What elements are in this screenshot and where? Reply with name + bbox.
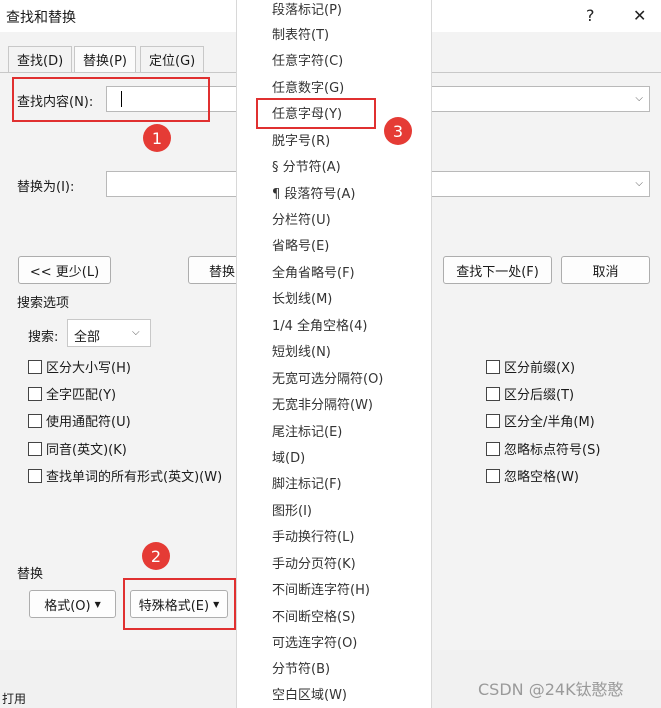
annotation-box-any-letter xyxy=(256,98,376,129)
close-button[interactable]: ✕ xyxy=(633,6,646,25)
option-match-width[interactable]: 区分全/半角(M) xyxy=(486,411,595,430)
menu-item-nonbreaking-space[interactable]: 不间断空格(S) xyxy=(272,608,355,628)
menu-item-caret[interactable]: 脱字号(R) xyxy=(272,132,330,152)
search-options-heading: 搜索选项 xyxy=(17,296,70,311)
search-direction-select[interactable]: 全部 ⌵ xyxy=(67,319,151,347)
menu-item-optional-break[interactable]: 无宽可选分隔符(O) xyxy=(272,370,383,390)
menu-item-paragraph-mark[interactable]: 段落标记(P) xyxy=(272,1,342,21)
menu-item-quarter-space[interactable]: 1/4 全角空格(4) xyxy=(272,317,367,337)
menu-item-footnote-mark[interactable]: 脚注标记(F) xyxy=(272,475,342,495)
chevron-down-icon[interactable]: ⌵ xyxy=(132,327,140,338)
replace-label: 替换为(I): xyxy=(17,180,75,195)
menu-item-manual-line-break[interactable]: 手动换行符(L) xyxy=(272,528,354,548)
checkbox[interactable] xyxy=(486,359,500,374)
menu-item-nonbreaking-zw[interactable]: 无宽非分隔符(W) xyxy=(272,396,373,416)
menu-item-any-digit[interactable]: 任意数字(G) xyxy=(272,79,344,99)
option-wildcards[interactable]: 使用通配符(U) xyxy=(28,411,131,430)
checkbox[interactable] xyxy=(486,441,500,456)
menu-item-field[interactable]: 域(D) xyxy=(272,449,305,469)
chevron-down-icon[interactable]: ⌵ xyxy=(635,93,643,104)
annotation-badge-3: 3 xyxy=(384,117,412,145)
menu-item-manual-page-break[interactable]: 手动分页符(K) xyxy=(272,555,356,575)
checkbox[interactable] xyxy=(28,386,42,401)
menu-item-pilcrow[interactable]: ¶ 段落符号(A) xyxy=(272,185,355,205)
menu-item-optional-hyphen[interactable]: 可选连字符(O) xyxy=(272,634,357,654)
replace-section-heading: 替换 xyxy=(17,567,44,582)
dialog-title: 查找和替换 xyxy=(6,10,76,26)
annotation-box-special xyxy=(123,578,236,630)
option-match-case[interactable]: 区分大小写(H) xyxy=(28,357,131,376)
menu-item-any-char[interactable]: 任意字符(C) xyxy=(272,52,343,72)
menu-item-section-break[interactable]: 分节符(B) xyxy=(272,660,330,680)
menu-item-column-break[interactable]: 分栏符(U) xyxy=(272,211,331,231)
annotation-badge-1: 1 xyxy=(143,124,171,152)
menu-item-section-char[interactable]: § 分节符(A) xyxy=(272,158,341,178)
option-whole-word[interactable]: 全字匹配(Y) xyxy=(28,384,116,403)
annotation-badge-2: 2 xyxy=(142,542,170,570)
tab-find[interactable]: 查找(D) xyxy=(8,46,73,72)
option-ignore-space[interactable]: 忽略空格(W) xyxy=(486,466,579,485)
checkbox[interactable] xyxy=(28,359,42,374)
dropdown-arrow-icon: ▼ xyxy=(94,599,101,609)
find-next-button[interactable]: 查找下一处(F) xyxy=(443,256,552,284)
annotation-box-find xyxy=(12,77,210,122)
menu-item-graphic[interactable]: 图形(I) xyxy=(272,502,312,522)
checkbox[interactable] xyxy=(486,386,500,401)
checkbox[interactable] xyxy=(28,441,42,456)
menu-item-nonbreaking-hyphen[interactable]: 不间断连字符(H) xyxy=(272,581,370,601)
checkbox[interactable] xyxy=(486,413,500,428)
less-button[interactable]: << 更少(L) xyxy=(18,256,111,284)
menu-item-fullwidth-ellipsis[interactable]: 全角省略号(F) xyxy=(272,264,355,284)
search-direction-label: 搜索: xyxy=(28,330,59,345)
checkbox[interactable] xyxy=(28,468,42,483)
menu-item-white-space[interactable]: 空白区域(W) xyxy=(272,686,347,706)
checkbox[interactable] xyxy=(486,468,500,483)
tab-goto[interactable]: 定位(G) xyxy=(140,46,205,72)
menu-item-endnote-mark[interactable]: 尾注标记(E) xyxy=(272,423,342,443)
help-button[interactable]: ? xyxy=(586,6,595,25)
status-text: 打用 xyxy=(2,692,27,706)
watermark: CSDN @24K钛憨憨 xyxy=(478,680,624,699)
cancel-button[interactable]: 取消 xyxy=(561,256,650,284)
option-match-prefix[interactable]: 区分前缀(X) xyxy=(486,357,575,376)
menu-item-ellipsis[interactable]: 省略号(E) xyxy=(272,237,329,257)
option-sounds-like[interactable]: 同音(英文)(K) xyxy=(28,439,127,458)
option-word-forms[interactable]: 查找单词的所有形式(英文)(W) xyxy=(28,466,222,485)
tab-replace[interactable]: 替换(P) xyxy=(74,46,136,73)
menu-item-en-dash[interactable]: 短划线(N) xyxy=(272,343,331,363)
search-direction-value: 全部 xyxy=(74,330,101,345)
format-button[interactable]: 格式(O) ▼ xyxy=(29,590,116,618)
menu-item-em-dash[interactable]: 长划线(M) xyxy=(272,290,332,310)
checkbox[interactable] xyxy=(28,413,42,428)
option-match-suffix[interactable]: 区分后缀(T) xyxy=(486,384,574,403)
option-ignore-punct[interactable]: 忽略标点符号(S) xyxy=(486,439,600,458)
chevron-down-icon[interactable]: ⌵ xyxy=(635,178,643,189)
menu-item-tab-char[interactable]: 制表符(T) xyxy=(272,26,329,46)
